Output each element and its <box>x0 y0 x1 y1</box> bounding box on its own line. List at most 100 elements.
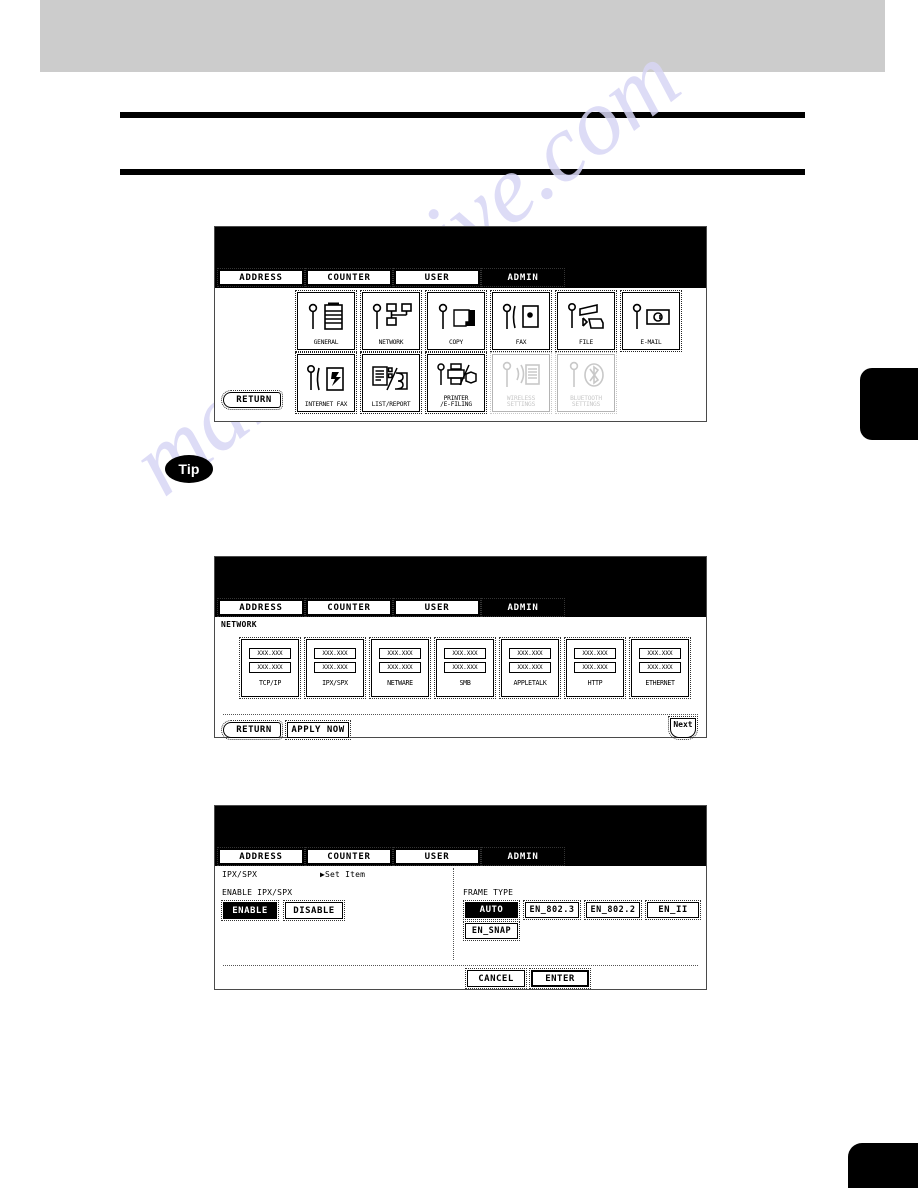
menu-item-label: LIST/REPORT <box>371 401 411 409</box>
menu-item-label: E-MAIL <box>640 339 662 347</box>
frame-type-enii-button[interactable]: EN_II <box>645 900 701 920</box>
next-button[interactable]: Next <box>668 716 698 740</box>
column-divider <box>453 868 454 960</box>
value-field-top: XXX.XXX <box>249 647 291 659</box>
value-field-top: XXX.XXX <box>509 647 551 659</box>
return-button[interactable]: RETURN <box>221 390 283 410</box>
menu-item-printer-efiling[interactable]: PRINTER /E-FILING <box>425 352 487 414</box>
lcd-content: NETWORK XXX.XXX XXX.XXX TCP/IP XXX.XXX X… <box>215 617 706 740</box>
set-item-label: ▶Set Item <box>320 870 366 879</box>
network-protocol-row: XXX.XXX XXX.XXX TCP/IP XXX.XXX XXX.XXX I… <box>239 637 691 699</box>
tab-admin[interactable]: ADMIN <box>481 598 565 617</box>
wrench-fax-icon <box>493 293 549 340</box>
section-rule-bottom <box>120 169 805 175</box>
tab-address[interactable]: ADDRESS <box>217 598 305 617</box>
menu-item-list-report[interactable]: LIST/REPORT <box>360 352 422 414</box>
menu-item-label: FILE <box>578 339 594 347</box>
menu-item-label: COPY <box>448 339 464 347</box>
value-field-bottom: XXX.XXX <box>639 661 681 673</box>
network-menu-screen: ADDRESS COUNTER USER ADMIN NETWORK XXX.X… <box>214 556 707 740</box>
menu-item-copy[interactable]: COPY <box>425 290 487 352</box>
footer-divider <box>223 965 698 966</box>
network-item-label: ETHERNET <box>645 678 675 687</box>
apply-now-button[interactable]: APPLY NOW <box>285 720 351 740</box>
network-item-tcpip[interactable]: XXX.XXX XXX.XXX TCP/IP <box>239 637 301 699</box>
tab-address[interactable]: ADDRESS <box>217 268 305 287</box>
wrench-network-icon <box>363 293 419 340</box>
menu-item-label: INTERNET FAX <box>304 401 348 409</box>
wrench-bluetooth-icon <box>558 355 614 396</box>
return-button[interactable]: RETURN <box>221 720 283 740</box>
tab-user[interactable]: USER <box>393 847 481 866</box>
value-field-top: XXX.XXX <box>639 647 681 659</box>
value-field-top: XXX.XXX <box>379 647 421 659</box>
wrench-copier-icon <box>298 293 354 340</box>
wrench-copy-icon <box>428 293 484 340</box>
value-field-bottom: XXX.XXX <box>249 661 291 673</box>
frame-type-auto-button[interactable]: AUTO <box>463 900 520 920</box>
menu-item-file[interactable]: FILE <box>555 290 617 352</box>
frame-type-ensnap-button[interactable]: EN_SNAP <box>463 921 520 941</box>
menu-item-email[interactable]: E-MAIL <box>620 290 682 352</box>
wrench-internetfax-icon <box>298 355 354 402</box>
wrench-printer-icon <box>428 355 484 396</box>
tab-admin[interactable]: ADMIN <box>481 268 565 287</box>
wrench-email-icon <box>623 293 679 340</box>
menu-item-label: PRINTER /E-FILING <box>440 394 472 409</box>
admin-menu-screen: ADDRESS COUNTER USER ADMIN GENERAL NETWO… <box>214 226 707 422</box>
tab-address[interactable]: ADDRESS <box>217 847 305 866</box>
lcd-content: IPX/SPX ▶Set Item ENABLE IPX/SPX ENABLE … <box>215 866 706 989</box>
frame-type-en8023-button[interactable]: EN_802.3 <box>523 900 581 920</box>
menu-item-bluetooth-settings: BLUETOOTH SETTINGS <box>555 352 617 414</box>
network-item-netware[interactable]: XXX.XXX XXX.XXX NETWARE <box>369 637 431 699</box>
screen-title: IPX/SPX <box>222 870 258 879</box>
value-field-top: XXX.XXX <box>574 647 616 659</box>
network-item-label: SMB <box>459 678 471 687</box>
enable-button[interactable]: ENABLE <box>221 900 279 921</box>
enter-button[interactable]: ENTER <box>529 968 591 989</box>
tab-counter[interactable]: COUNTER <box>305 847 393 866</box>
network-item-http[interactable]: XXX.XXX XXX.XXX HTTP <box>564 637 626 699</box>
network-item-appletalk[interactable]: XXX.XXX XXX.XXX APPLETALK <box>499 637 561 699</box>
network-item-label: HTTP <box>587 678 603 687</box>
page-corner-marker <box>848 1143 918 1188</box>
section-rule-top <box>120 112 805 118</box>
menu-item-label: NETWORK <box>378 339 404 347</box>
tab-counter[interactable]: COUNTER <box>305 598 393 617</box>
cancel-button[interactable]: CANCEL <box>465 968 527 989</box>
menu-item-label: BLUETOOTH SETTINGS <box>570 394 602 409</box>
wrench-wireless-icon <box>493 355 549 396</box>
frame-type-en8022-button[interactable]: EN_802.2 <box>584 900 642 920</box>
tab-admin[interactable]: ADMIN <box>481 847 565 866</box>
value-field-top: XXX.XXX <box>444 647 486 659</box>
menu-item-fax[interactable]: FAX <box>490 290 552 352</box>
value-field-bottom: XXX.XXX <box>509 661 551 673</box>
menu-item-general[interactable]: GENERAL <box>295 290 357 352</box>
tab-user[interactable]: USER <box>393 598 481 617</box>
menu-item-label: WIRELESS SETTINGS <box>506 394 536 409</box>
menu-item-internet-fax[interactable]: INTERNET FAX <box>295 352 357 414</box>
disable-button[interactable]: DISABLE <box>283 900 345 921</box>
tip-badge: Tip <box>165 455 213 483</box>
network-item-label: NETWARE <box>387 678 413 687</box>
ipx-spx-settings-screen: ADDRESS COUNTER USER ADMIN IPX/SPX ▶Set … <box>214 805 707 990</box>
network-item-label: IPX/SPX <box>322 678 348 687</box>
network-item-label: APPLETALK <box>513 678 547 687</box>
tab-counter[interactable]: COUNTER <box>305 268 393 287</box>
menu-item-network[interactable]: NETWORK <box>360 290 422 352</box>
network-item-ethernet[interactable]: XXX.XXX XXX.XXX ETHERNET <box>629 637 691 699</box>
admin-icon-grid: GENERAL NETWORK COPY FAX FILE E-MAIL INT… <box>295 290 687 414</box>
value-field-bottom: XXX.XXX <box>444 661 486 673</box>
frame-type-label: FRAME TYPE <box>463 888 514 897</box>
tab-bar: ADDRESS COUNTER USER ADMIN <box>217 598 565 617</box>
page-header-band <box>40 0 885 72</box>
lcd-content: GENERAL NETWORK COPY FAX FILE E-MAIL INT… <box>215 288 706 421</box>
value-field-top: XXX.XXX <box>314 647 356 659</box>
network-item-smb[interactable]: XXX.XXX XXX.XXX SMB <box>434 637 496 699</box>
menu-item-wireless-settings: WIRELESS SETTINGS <box>490 352 552 414</box>
tab-user[interactable]: USER <box>393 268 481 287</box>
network-item-ipxspx[interactable]: XXX.XXX XXX.XXX IPX/SPX <box>304 637 366 699</box>
value-field-bottom: XXX.XXX <box>574 661 616 673</box>
value-field-bottom: XXX.XXX <box>314 661 356 673</box>
value-field-bottom: XXX.XXX <box>379 661 421 673</box>
